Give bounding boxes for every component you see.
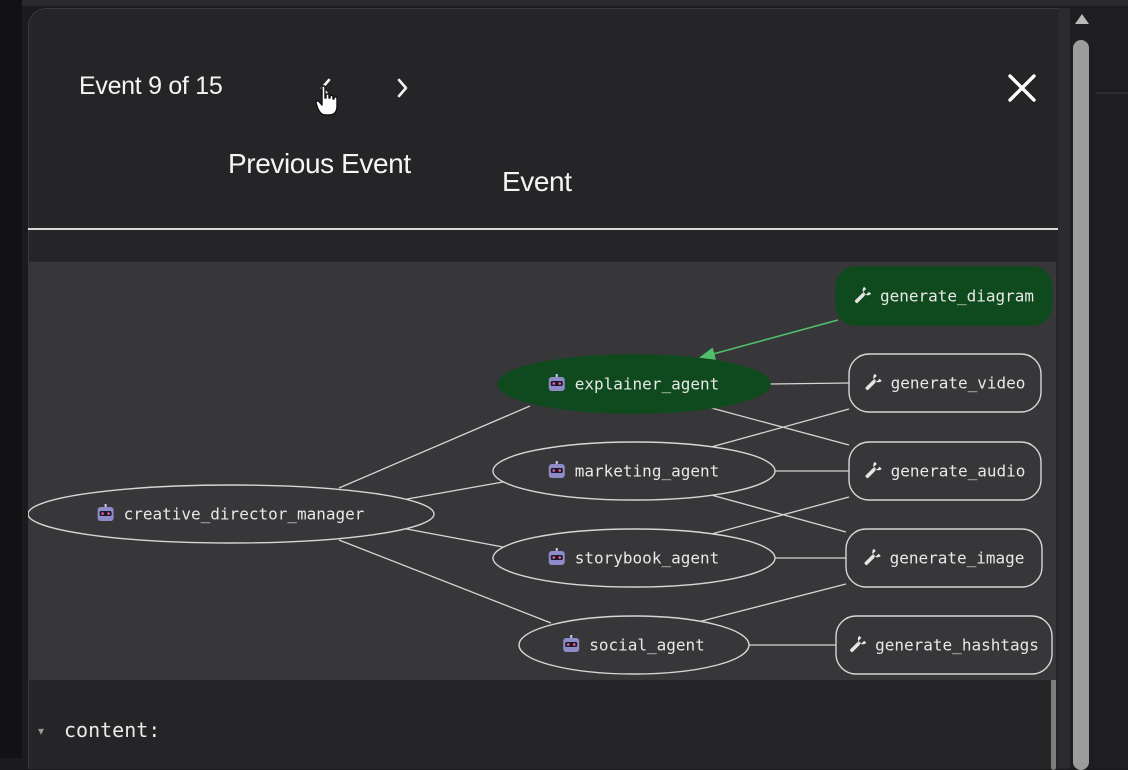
graph-node-storybook-agent[interactable]: storybook_agent [492, 528, 776, 588]
graph-node-marketing-agent[interactable]: marketing_agent [492, 441, 776, 501]
chevron-right-icon [397, 78, 408, 98]
background-divider [1096, 92, 1128, 94]
agent-graph-canvas: creative_director_manager explainer_agent… [28, 266, 1053, 675]
content-label[interactable]: content: [64, 718, 160, 742]
next-event-button[interactable] [382, 68, 422, 108]
graph-node-generate-video[interactable]: generate_video [848, 353, 1042, 413]
node-label: social_agent [589, 636, 705, 655]
scrollbar-thumb[interactable] [1073, 40, 1089, 770]
node-label: creative_director_manager [124, 505, 365, 524]
graph-edge [769, 382, 850, 385]
next-event-tooltip: Event [502, 166, 572, 197]
graph-node-generate-audio[interactable]: generate_audio [848, 441, 1042, 501]
node-label: generate_audio [891, 462, 1026, 481]
graph-edge [703, 408, 850, 450]
node-label: marketing_agent [575, 462, 720, 481]
node-label: explainer_agent [575, 375, 720, 394]
graph-edge [703, 496, 850, 537]
graph-edge [703, 492, 847, 533]
content-toggle-icon[interactable]: ▾ [38, 724, 44, 738]
top-edge [22, 0, 1128, 6]
close-button[interactable] [1000, 66, 1044, 110]
graph-nodes: creative_director_manager explainer_agent… [28, 266, 1053, 675]
graph-node-generate-image[interactable]: generate_image [845, 528, 1043, 588]
node-label: generate_hashtags [875, 636, 1039, 655]
previous-event-tooltip: Previous Event [228, 148, 411, 179]
graph-edge [698, 319, 839, 360]
node-label: generate_diagram [880, 287, 1034, 306]
node-label: generate_video [891, 374, 1026, 393]
graph-edge [693, 583, 847, 624]
graph-edge [395, 481, 504, 502]
graph-edge [395, 526, 504, 548]
panel-edge [1058, 8, 1070, 768]
graph-edge [703, 405, 850, 446]
agent-graph: creative_director_manager explainer_agent… [28, 262, 1056, 680]
node-label: generate_image [890, 549, 1025, 568]
content-value-preview [90, 752, 170, 758]
background-pane [1094, 8, 1128, 768]
graph-node-generate-hashtags[interactable]: generate_hashtags [835, 615, 1053, 675]
event-counter: Event 9 of 15 [79, 72, 223, 100]
node-label: storybook_agent [575, 549, 720, 568]
graph-node-creative-director-manager[interactable]: creative_director_manager [28, 484, 435, 544]
close-icon [1008, 74, 1036, 102]
header-divider [28, 228, 1058, 230]
graph-node-social-agent[interactable]: social_agent [518, 615, 750, 675]
hand-cursor-icon [315, 85, 338, 116]
graph-node-explainer-agent[interactable]: explainer_agent [497, 354, 771, 414]
left-edge [0, 0, 22, 758]
scroll-up-arrow-icon[interactable] [1075, 14, 1089, 24]
graph-node-generate-diagram[interactable]: generate_diagram [835, 266, 1053, 326]
